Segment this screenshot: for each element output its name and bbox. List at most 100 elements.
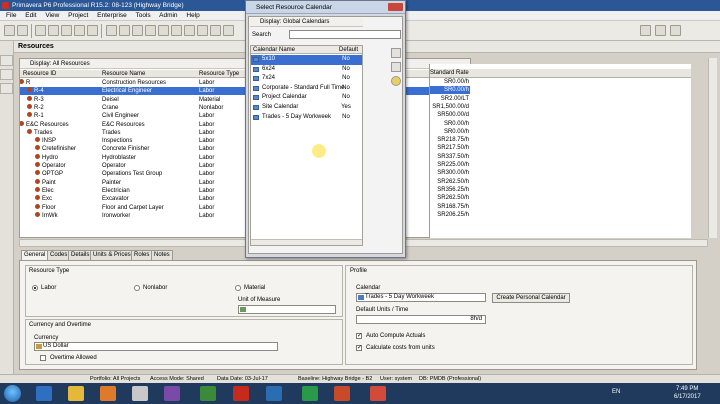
forward-icon[interactable] (17, 25, 28, 36)
col-calendar-name[interactable]: Calendar Name (253, 46, 295, 54)
rate-row[interactable]: SR1,500.00/d (430, 103, 470, 111)
default-units-field[interactable]: 8h/d (356, 315, 486, 324)
help-icon[interactable] (670, 25, 681, 36)
cut-icon[interactable] (61, 25, 72, 36)
create-personal-calendar-button[interactable]: Create Personal Calendar (492, 293, 570, 303)
print-icon[interactable] (35, 25, 46, 36)
calendar-row[interactable]: Site Calendar Yes (251, 103, 362, 113)
overtime-checkbox[interactable] (40, 355, 46, 361)
col-resource-type[interactable]: Resource Type (199, 70, 239, 78)
nav-activities-icon[interactable] (0, 83, 13, 94)
material-radio[interactable] (235, 285, 241, 291)
cancel-icon[interactable] (391, 62, 401, 72)
calendar-list-scrollbar[interactable] (251, 239, 362, 245)
col-resource-id[interactable]: Resource ID (23, 70, 56, 78)
rate-row[interactable]: SR356.25/h (430, 186, 470, 194)
help-icon[interactable] (391, 76, 401, 86)
calendar-row[interactable]: 6x24 No (251, 65, 362, 75)
rate-row[interactable]: SR262.50/h (430, 194, 470, 202)
menu-tools[interactable]: Tools (135, 12, 150, 19)
calendar-row[interactable]: Trades - 5 Day Workweek No (251, 113, 362, 123)
clock-time[interactable]: 7:49 PM (676, 386, 698, 392)
copy-icon[interactable] (74, 25, 85, 36)
col-resource-name[interactable]: Resource Name (102, 70, 145, 78)
pdf-icon[interactable] (233, 386, 249, 401)
select-icon[interactable] (391, 48, 401, 58)
calendar-row[interactable]: Corporate - Standard Full Time No (251, 84, 362, 94)
rate-row[interactable]: SR0.00/h (430, 86, 470, 95)
thresholds-icon[interactable] (223, 25, 234, 36)
level-icon[interactable] (655, 25, 666, 36)
currency-field[interactable]: US Dollar (34, 342, 278, 351)
nav-projects-icon[interactable] (0, 55, 13, 66)
tab-roles[interactable]: Roles (131, 250, 153, 260)
labor-radio[interactable] (32, 285, 38, 291)
media-icon[interactable] (100, 386, 116, 401)
expenses-icon[interactable] (197, 25, 208, 36)
menu-project[interactable]: Project (68, 12, 88, 19)
word-icon[interactable] (266, 386, 282, 401)
calendar-row[interactable]: 5x10 No (251, 55, 362, 65)
tab-notes[interactable]: Notes (151, 250, 173, 260)
menu-view[interactable]: View (45, 12, 59, 19)
app3-icon[interactable] (200, 386, 216, 401)
col-default[interactable]: Default (339, 46, 358, 54)
issues-icon[interactable] (210, 25, 221, 36)
undo-icon[interactable] (106, 25, 117, 36)
projects-icon[interactable] (119, 25, 130, 36)
paste-icon[interactable] (87, 25, 98, 36)
rate-row[interactable]: SR0.00/h (430, 78, 470, 86)
rate-row[interactable]: SR0.00/h (430, 120, 470, 128)
schedule-icon[interactable] (640, 25, 651, 36)
tab-codes[interactable]: Codes (47, 250, 71, 260)
start-button[interactable] (4, 385, 21, 402)
app2-icon[interactable] (164, 386, 180, 401)
menu-admin[interactable]: Admin (159, 12, 177, 19)
grid-vertical-scrollbar[interactable] (708, 58, 717, 238)
excel-icon[interactable] (302, 386, 318, 401)
language-indicator[interactable]: EN (612, 389, 620, 395)
rate-row[interactable]: SR217.50/h (430, 144, 470, 152)
rate-row[interactable]: SR262.50/h (430, 178, 470, 186)
rate-row[interactable]: SR206.25/h (430, 211, 470, 219)
rate-row[interactable]: SR168.75/h (430, 203, 470, 211)
powerpoint-icon[interactable] (334, 386, 350, 401)
calendar-field[interactable]: Trades - 5 Day Workweek (356, 293, 486, 302)
tab-details[interactable]: Details (68, 250, 93, 260)
col-standard-rate[interactable]: Standard Rate (430, 69, 469, 78)
rate-row[interactable]: SR500.00/d (430, 111, 470, 119)
rate-row[interactable]: SR337.50/h (430, 153, 470, 161)
print-preview-icon[interactable] (48, 25, 59, 36)
tracking-icon[interactable] (171, 25, 182, 36)
reports-icon[interactable] (158, 25, 169, 36)
rate-row[interactable]: SR0.00/h (430, 128, 470, 136)
nonlabor-radio[interactable] (134, 285, 140, 291)
activities-icon[interactable] (145, 25, 156, 36)
calendar-row[interactable]: Project Calendar No (251, 93, 362, 103)
search-input[interactable] (289, 30, 401, 39)
clock-date[interactable]: 6/17/2017 (674, 394, 701, 400)
dialog-display-filter[interactable]: Display: Global Calendars (250, 18, 363, 27)
nav-resources-icon[interactable] (0, 69, 13, 80)
menu-enterprise[interactable]: Enterprise (97, 12, 127, 19)
rate-row[interactable]: SR218.75/h (430, 136, 470, 144)
explorer-icon[interactable] (68, 386, 84, 401)
calendar-row[interactable]: 7x24 No (251, 74, 362, 84)
primavera-task-icon[interactable] (370, 386, 386, 401)
menu-edit[interactable]: Edit (25, 12, 36, 19)
back-icon[interactable] (4, 25, 15, 36)
unit-of-measure-field[interactable] (238, 305, 336, 314)
auto-compute-checkbox[interactable] (356, 332, 362, 340)
rate-row[interactable]: SR2.00/LT (430, 95, 470, 103)
ie-icon[interactable] (36, 386, 52, 401)
menu-file[interactable]: File (6, 12, 16, 19)
wbs-icon[interactable] (184, 25, 195, 36)
close-icon[interactable] (388, 3, 403, 11)
calc-costs-checkbox[interactable] (356, 344, 362, 352)
tab-units-prices[interactable]: Units & Prices (90, 250, 134, 260)
resources-icon[interactable] (132, 25, 143, 36)
rate-row[interactable]: SR225.00/h (430, 161, 470, 169)
menu-help[interactable]: Help (186, 12, 199, 19)
rate-row[interactable]: SR300.00/h (430, 169, 470, 177)
app-icon[interactable] (132, 386, 148, 401)
